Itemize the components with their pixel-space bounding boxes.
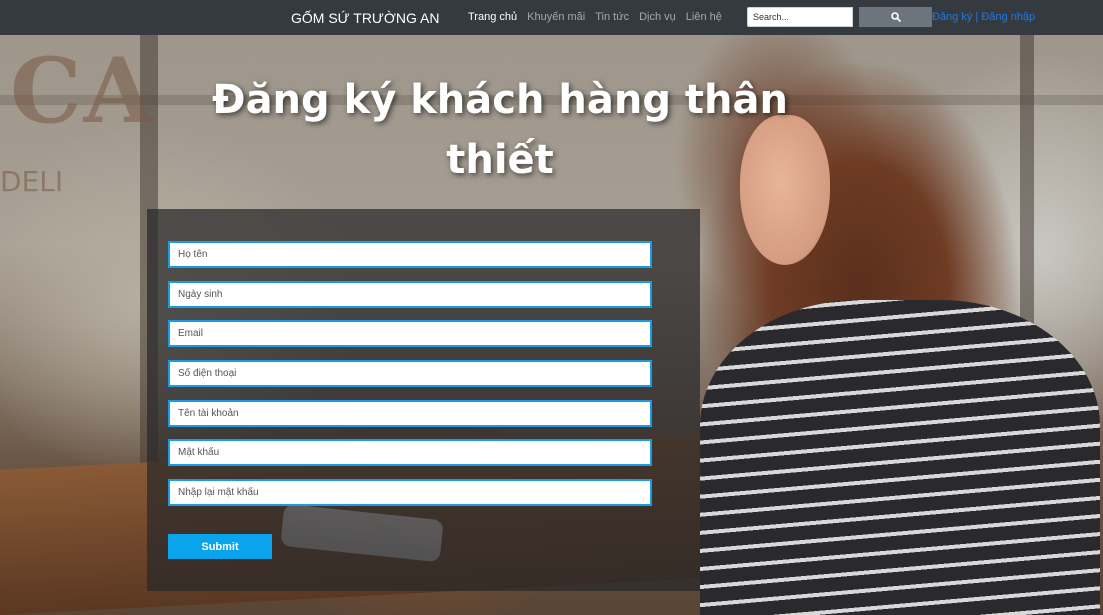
birthday-field[interactable]	[168, 281, 652, 308]
login-link[interactable]: Đăng nhập	[981, 11, 1035, 23]
brand-logo-text[interactable]: GỐM SỨ TRƯỜNG AN	[291, 10, 439, 26]
search-button[interactable]	[859, 7, 932, 27]
nav-item-dich-vu[interactable]: Dịch vụ	[639, 11, 676, 23]
nav-item-trang-chu[interactable]: Trang chủ	[468, 11, 517, 23]
registration-form: Submit	[147, 209, 700, 591]
search-icon	[890, 12, 901, 22]
register-link[interactable]: Đăng ký	[932, 11, 972, 23]
window-sign-letters: CA	[10, 38, 156, 144]
nav-item-khuyen-mai[interactable]: Khuyến mãi	[527, 11, 585, 23]
submit-button[interactable]: Submit	[168, 534, 272, 559]
window-sign-subtext: DELI	[0, 165, 64, 198]
search-input[interactable]	[747, 7, 853, 27]
auth-links: Đăng ký | Đăng nhập	[932, 11, 1035, 23]
email-field[interactable]	[168, 320, 652, 347]
page: CA DELI GỐM SỨ TRƯỜNG AN Trang chủ Khuyế…	[0, 0, 1103, 615]
password-field[interactable]	[168, 439, 652, 466]
search-form	[747, 7, 932, 27]
full-name-field[interactable]	[168, 241, 652, 268]
confirm-password-field[interactable]	[168, 479, 652, 506]
auth-separator: |	[972, 11, 982, 23]
window-frame-right	[1020, 35, 1034, 615]
nav-item-lien-he[interactable]: Liên hệ	[686, 11, 722, 23]
main-nav: Trang chủ Khuyến mãi Tin tức Dịch vụ Liê…	[468, 11, 732, 23]
username-field[interactable]	[168, 400, 652, 427]
nav-item-tin-tuc[interactable]: Tin tức	[595, 11, 629, 23]
woman-striped-shirt	[700, 300, 1100, 615]
page-title: Đăng ký khách hàng thân thiết	[212, 77, 788, 183]
top-navbar: GỐM SỨ TRƯỜNG AN Trang chủ Khuyến mãi Ti…	[0, 0, 1103, 35]
phone-field[interactable]	[168, 360, 652, 387]
